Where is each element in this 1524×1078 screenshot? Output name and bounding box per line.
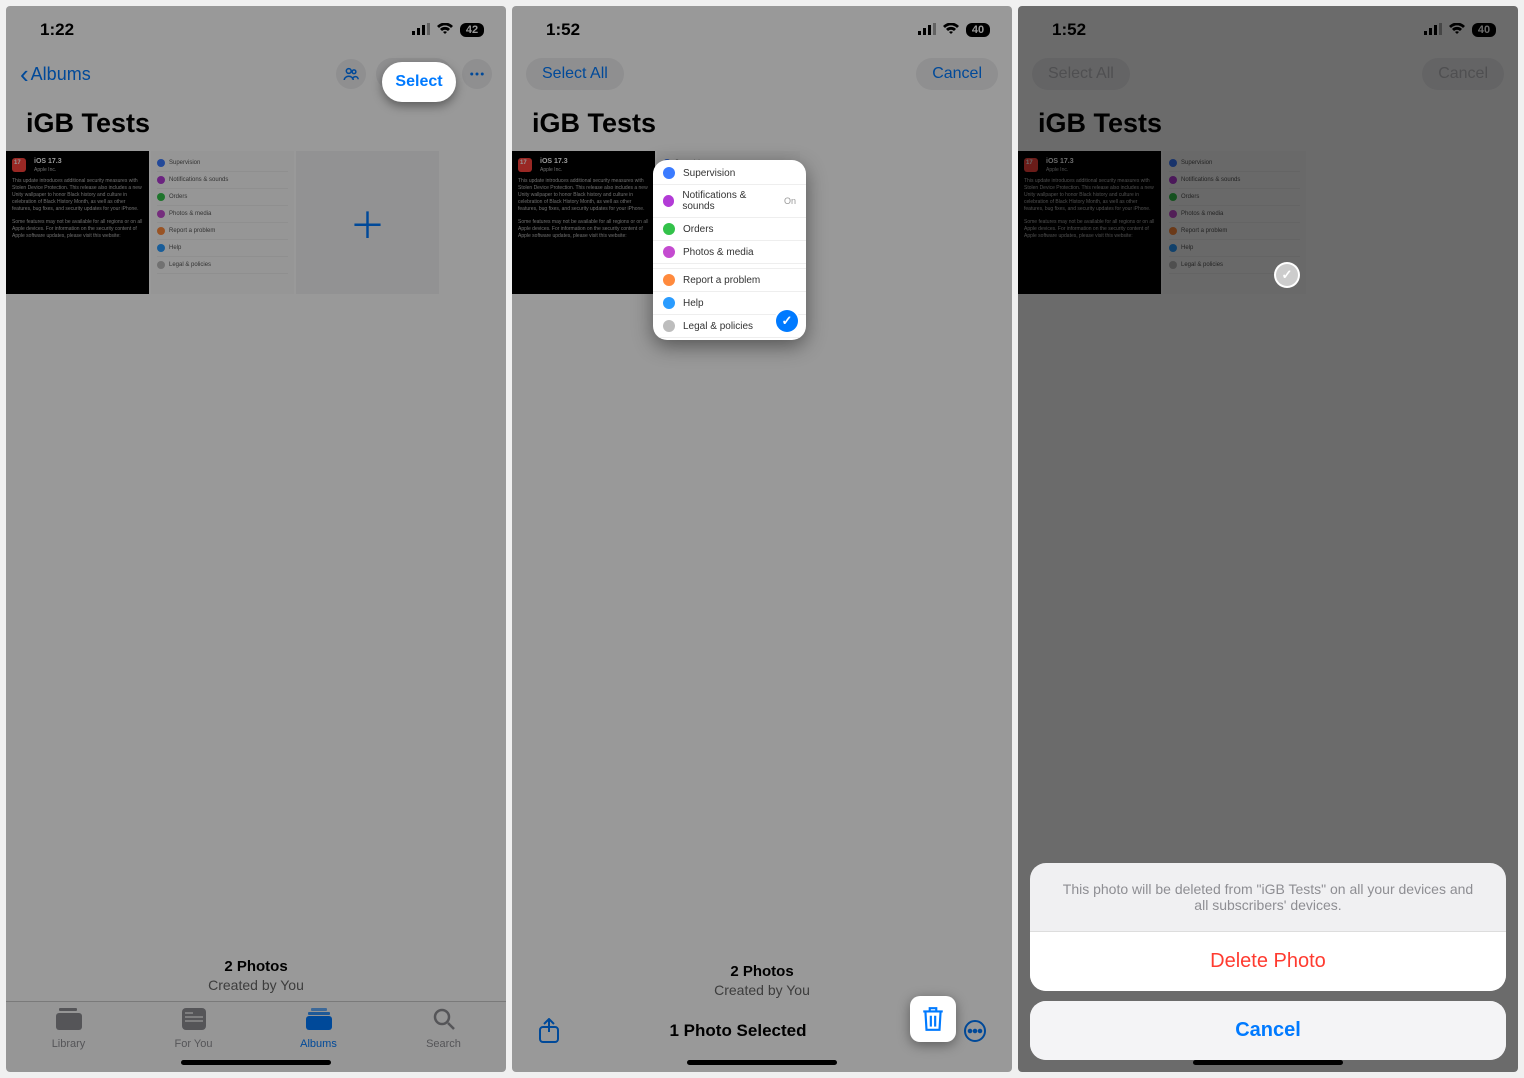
home-indicator[interactable]	[1193, 1060, 1343, 1065]
cellular-icon	[918, 20, 936, 40]
chevron-left-icon: ‹	[20, 61, 29, 87]
photo-grid: iOS 17.3 Apple Inc. This update introduc…	[1018, 151, 1518, 294]
status-bar: 1:52 40	[1018, 6, 1518, 50]
select-all-button[interactable]: Select All	[526, 58, 624, 90]
status-right: 42	[412, 20, 484, 40]
photo-count: 2 Photos	[512, 963, 1012, 980]
nav-bar: ‹ Albums Select	[6, 50, 506, 98]
album-title: iGB Tests	[6, 98, 506, 151]
album-title: iGB Tests	[1018, 98, 1518, 151]
status-right: 40	[1424, 20, 1496, 40]
back-button[interactable]: ‹ Albums	[20, 61, 91, 87]
selection-checkmark-icon: ✓	[776, 310, 798, 332]
more-button[interactable]	[462, 59, 492, 89]
back-label: Albums	[31, 64, 91, 85]
status-bar: 1:22 42	[6, 6, 506, 50]
wifi-icon	[436, 20, 454, 40]
foryou-icon	[182, 1008, 206, 1036]
photo-thumbnail[interactable]: iOS 17.3 Apple Inc. This update introduc…	[512, 151, 655, 294]
photo-thumbnail: iOS 17.3 Apple Inc. This update introduc…	[1018, 151, 1161, 294]
wifi-icon	[942, 20, 960, 40]
plus-icon: ＋	[349, 197, 385, 249]
home-indicator[interactable]	[181, 1060, 331, 1065]
status-right: 40	[918, 20, 990, 40]
add-photo-tile[interactable]: ＋	[296, 151, 439, 294]
share-button[interactable]	[534, 1016, 564, 1046]
delete-action-sheet: This photo will be deleted from "iGB Tes…	[1030, 863, 1506, 1060]
battery-level: 40	[1472, 23, 1496, 37]
nav-bar: Select All Cancel	[512, 50, 1012, 98]
delete-photo-button[interactable]: Delete Photo	[1030, 932, 1506, 991]
albums-icon	[306, 1008, 332, 1036]
trash-button-highlight	[910, 996, 956, 1042]
battery-level: 42	[460, 23, 484, 37]
thumb-content-ios-update: iOS 17.3 Apple Inc. This update introduc…	[6, 151, 149, 294]
screen-3-delete-confirm: 1:52 40 Select All Cancel iGB Tests iOS …	[1018, 6, 1518, 1072]
status-time: 1:52	[1052, 20, 1086, 40]
screen-1-album-view: 1:22 42 ‹ Albums Select iGB Tests	[6, 6, 506, 1072]
select-button[interactable]: Select	[376, 58, 452, 90]
selection-count: 1 Photo Selected	[670, 1021, 807, 1041]
created-by: Created by You	[6, 977, 506, 993]
thumb-content-ios-update: iOS 17.3 Apple Inc. This update introduc…	[1018, 151, 1161, 294]
cancel-button[interactable]: Cancel	[916, 58, 998, 90]
shared-library-icon[interactable]	[336, 59, 366, 89]
cellular-icon	[1424, 20, 1442, 40]
thumb-content-ios-update: iOS 17.3 Apple Inc. This update introduc…	[512, 151, 655, 294]
photo-thumbnail-selected: Supervision Notifications & sounds Order…	[1163, 151, 1306, 294]
photo-thumbnail[interactable]: iOS 17.3 Apple Inc. This update introduc…	[6, 151, 149, 294]
tab-search[interactable]: Search	[381, 1002, 506, 1072]
action-sheet-message: This photo will be deleted from "iGB Tes…	[1030, 863, 1506, 932]
wifi-icon	[1448, 20, 1466, 40]
search-icon	[433, 1008, 455, 1036]
action-sheet-cancel-button[interactable]: Cancel	[1030, 1001, 1506, 1060]
album-meta: 2 Photos Created by You	[6, 950, 506, 1001]
select-all-button: Select All	[1032, 58, 1130, 90]
more-button[interactable]	[960, 1016, 990, 1046]
status-time: 1:52	[546, 20, 580, 40]
screen-2-selection-mode: 1:52 40 Select All Cancel iGB Tests iOS …	[512, 6, 1012, 1072]
album-title: iGB Tests	[512, 98, 1012, 151]
photo-thumbnail[interactable]: Supervision Notifications & sounds Order…	[151, 151, 294, 294]
home-indicator[interactable]	[687, 1060, 837, 1065]
cancel-button: Cancel	[1422, 58, 1504, 90]
cellular-icon	[412, 20, 430, 40]
selected-thumbnail-highlight: Supervision Notifications & soundsOn Ord…	[653, 160, 806, 340]
photo-grid: iOS 17.3 Apple Inc. This update introduc…	[6, 151, 506, 294]
status-time: 1:22	[40, 20, 74, 40]
status-bar: 1:52 40	[512, 6, 1012, 50]
battery-level: 40	[966, 23, 990, 37]
thumb-content-settings: Supervision Notifications & sounds Order…	[151, 151, 294, 294]
nav-bar: Select All Cancel	[1018, 50, 1518, 98]
selection-checkmark-icon: ✓	[1276, 264, 1298, 286]
photo-count: 2 Photos	[6, 958, 506, 975]
library-icon	[56, 1008, 82, 1036]
tab-library[interactable]: Library	[6, 1002, 131, 1072]
